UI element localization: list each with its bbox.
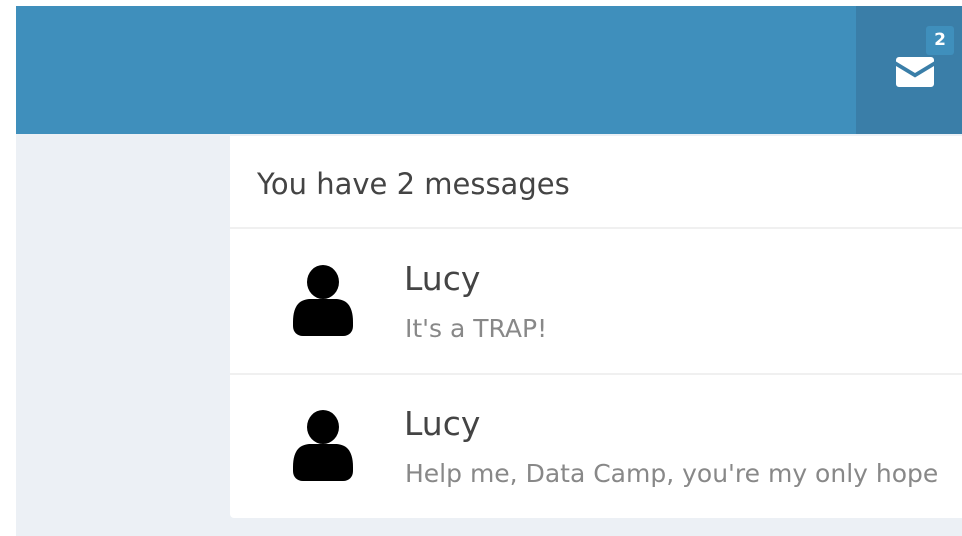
messages-dropdown: You have 2 messages Lucy It's a TRAP! Lu… bbox=[230, 136, 962, 518]
messages-count-badge: 2 bbox=[926, 26, 954, 55]
app-page: 2 You have 2 messages Lucy It's a TRAP! … bbox=[16, 6, 962, 536]
message-sender: Lucy bbox=[404, 259, 481, 298]
envelope-icon bbox=[896, 57, 934, 87]
main-header: 2 bbox=[16, 6, 962, 134]
messages-menu-toggle[interactable]: 2 bbox=[856, 6, 962, 134]
messages-header: You have 2 messages bbox=[230, 136, 962, 229]
message-item[interactable]: Lucy Help me, Data Camp, you're my only … bbox=[230, 376, 962, 520]
message-text: It's a TRAP! bbox=[405, 314, 548, 343]
message-item[interactable]: Lucy It's a TRAP! bbox=[230, 231, 962, 375]
user-icon bbox=[293, 265, 353, 336]
message-text: Help me, Data Camp, you're my only hope bbox=[405, 459, 939, 488]
message-sender: Lucy bbox=[404, 404, 481, 443]
user-icon bbox=[293, 410, 353, 481]
